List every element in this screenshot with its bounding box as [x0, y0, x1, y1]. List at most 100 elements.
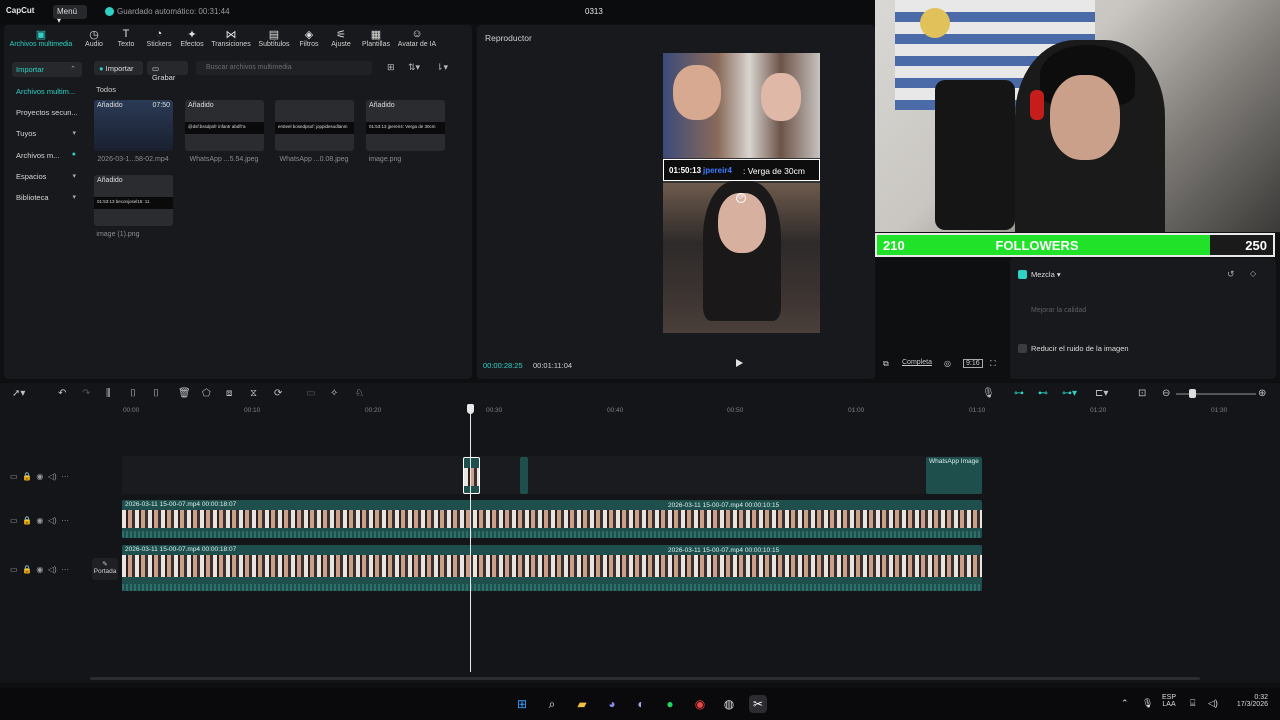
- sidebar-item-library[interactable]: Biblioteca ▾: [12, 190, 82, 205]
- preview-axis-icon[interactable]: ⊡: [1138, 388, 1146, 399]
- video-track-clip[interactable]: 2026-03-11 15-00-07.mp4 00:00:18:07: [122, 500, 982, 538]
- mix-label[interactable]: Mezcla ▾: [1031, 270, 1061, 279]
- magnet-icon[interactable]: ⊏▾: [1095, 388, 1108, 399]
- tab-adjust[interactable]: ⚟ Ajuste: [326, 28, 356, 48]
- microphone-icon[interactable]: 🎙: [982, 388, 995, 399]
- sidebar-item-secondary-projects[interactable]: Proyectos secun...: [12, 105, 82, 120]
- track-controls[interactable]: ▭ 🔒 ◉ ◁) ···: [10, 472, 69, 481]
- track-controls[interactable]: ▭ 🔒 ◉ ◁) ···: [10, 565, 69, 574]
- zoom-slider[interactable]: [1176, 393, 1256, 395]
- audio-icon: ◷: [89, 29, 99, 41]
- zoom-in-icon[interactable]: ⊕: [1258, 388, 1266, 399]
- zoom-out-icon[interactable]: ⊖: [1162, 388, 1170, 399]
- windows-start-icon[interactable]: ⊞: [513, 695, 531, 713]
- clock[interactable]: 0:32 17/3/2026: [1226, 694, 1268, 708]
- mic-tray-icon[interactable]: 🎙: [1142, 698, 1153, 709]
- snap-icon[interactable]: ⊶▾: [1062, 388, 1077, 399]
- timeline-scrollbar[interactable]: [90, 677, 1200, 680]
- video-preview[interactable]: 01:50:13 jpereir4 : Verga de 30cm ⟳: [663, 53, 820, 333]
- rotate-icon[interactable]: ⟳: [274, 388, 282, 399]
- split-icon[interactable]: ⫼: [106, 388, 111, 399]
- media-item-caption: image (1).png: [96, 231, 140, 238]
- crop-icon[interactable]: ⧉: [883, 359, 889, 369]
- undo-icon[interactable]: ↶: [58, 388, 66, 399]
- rotate-handle-icon[interactable]: ⟳: [736, 193, 746, 203]
- tab-audio[interactable]: ◷ Audio: [76, 28, 112, 48]
- media-item[interactable]: Añadido 01:53:13 beconjosel15: 11: [94, 175, 173, 226]
- ratio-button[interactable]: Completa: [902, 359, 932, 366]
- link-main-icon[interactable]: ⊶: [1014, 388, 1024, 399]
- search-input[interactable]: Buscar archivos multimedia: [196, 61, 372, 75]
- media-item[interactable]: Añadido @dsf:bssdpsfr infantr abdfr'a: [185, 100, 264, 151]
- sidebar-item-files[interactable]: Archivos m... ●: [12, 148, 82, 163]
- tray-chevron-icon[interactable]: ⌃: [1121, 698, 1129, 709]
- tab-media[interactable]: ▣ Archivos multimedia: [7, 28, 75, 48]
- record-button[interactable]: ▭ Grabar: [147, 61, 188, 82]
- language-indicator[interactable]: ESP LAA: [1162, 694, 1176, 708]
- link-track-icon[interactable]: ⊷: [1038, 388, 1048, 399]
- split-left-icon[interactable]: ⌷: [130, 388, 136, 399]
- tab-transitions[interactable]: ⋈ Transiciones: [208, 28, 254, 48]
- zoom-slider-handle[interactable]: [1189, 389, 1196, 398]
- tab-templates[interactable]: ▦ Plantillas: [358, 28, 394, 48]
- mirror-icon[interactable]: ⧖: [250, 388, 257, 399]
- main-track-clip[interactable]: 2026-03-11 15-00-07.mp4 00:00:18:07: [122, 545, 982, 591]
- tab-effects[interactable]: ✦ Efectos: [176, 28, 208, 48]
- network-icon[interactable]: ⌸: [1190, 698, 1195, 709]
- sidebar-item-yours[interactable]: Tuyos ▾: [12, 126, 82, 141]
- filter-icon[interactable]: ⇂▾: [436, 62, 448, 73]
- volume-icon[interactable]: ◁): [1208, 698, 1218, 709]
- media-item[interactable]: Añadido 01:53:13 jpereir4: Verga de 30cm: [366, 100, 445, 151]
- templates-icon: ▦: [370, 29, 382, 41]
- play-icon[interactable]: [736, 359, 743, 367]
- reset-icon[interactable]: ↺: [1227, 269, 1235, 280]
- track-controls[interactable]: ▭ 🔒 ◉ ◁) ···: [10, 516, 69, 525]
- sidebar-item-media-files[interactable]: Archivos multim...: [12, 84, 82, 99]
- file-explorer-icon[interactable]: ▰: [573, 695, 591, 713]
- capcut-taskbar-icon[interactable]: ✂: [749, 695, 767, 713]
- magic-icon[interactable]: ✧: [330, 388, 338, 399]
- playhead-handle[interactable]: [467, 404, 474, 414]
- overlay-clip[interactable]: [520, 457, 528, 494]
- search-icon[interactable]: ⌕: [543, 695, 561, 713]
- import-button[interactable]: ● Importar: [94, 61, 143, 75]
- obs-icon[interactable]: ◍: [720, 695, 738, 713]
- mix-checkbox[interactable]: [1018, 270, 1027, 279]
- tab-subtitles[interactable]: ▤ Subtítulos: [254, 28, 294, 48]
- chrome-icon[interactable]: ◉: [691, 695, 709, 713]
- steam-icon[interactable]: ◐: [632, 695, 650, 713]
- overlay-clip[interactable]: WhatsApp Image: [926, 457, 982, 494]
- fullscreen-icon[interactable]: ⛶: [990, 359, 996, 369]
- tab-stickers[interactable]: ◔ Stickers: [142, 28, 176, 48]
- tab-text[interactable]: T Texto: [110, 28, 142, 48]
- keyframe-icon[interactable]: ◇: [1250, 269, 1256, 278]
- split-right-icon[interactable]: ⌷: [153, 388, 159, 399]
- media-item[interactable]: ersteel bosedpsof: joppidesodlanm: [275, 100, 354, 151]
- aspect-button[interactable]: 9:16: [963, 359, 983, 368]
- caption-overlay[interactable]: 01:50:13 jpereir4 : Verga de 30cm: [663, 159, 820, 181]
- media-item[interactable]: Añadido 07:50: [94, 100, 173, 151]
- marker-icon[interactable]: ⬠: [202, 388, 211, 399]
- denoise-checkbox[interactable]: [1018, 344, 1027, 353]
- overlay-clip-selected[interactable]: [463, 457, 480, 494]
- tab-ai-avatar[interactable]: ☺ Avatar de IA: [394, 28, 440, 48]
- headset-shape: [1030, 90, 1044, 120]
- select-tool-icon[interactable]: ➚▾: [12, 388, 25, 399]
- playhead[interactable]: [470, 404, 471, 672]
- grid-view-icon[interactable]: ⊞: [387, 62, 395, 73]
- denoise-label[interactable]: Reducir el ruido de la imagen: [1031, 344, 1129, 353]
- tab-filters[interactable]: ◈ Filtros: [294, 28, 324, 48]
- discord-icon[interactable]: ◕: [603, 695, 621, 713]
- menu-button[interactable]: Menú ▾: [53, 5, 87, 25]
- delete-icon[interactable]: 🗑: [178, 388, 191, 399]
- snapshot-icon[interactable]: ◎: [944, 359, 951, 368]
- cover-button[interactable]: ✎ Portada: [92, 558, 118, 580]
- sort-icon[interactable]: ⇅▾: [408, 62, 420, 73]
- ruler-tick: 00:20: [365, 407, 382, 414]
- sidebar-item-spaces[interactable]: Espacios ▾: [12, 169, 82, 184]
- subtitles-icon: ▤: [268, 29, 280, 41]
- ai-tool-icon[interactable]: ♘: [355, 388, 364, 399]
- crop-tool-icon[interactable]: ⧈: [226, 388, 232, 399]
- sidebar-item-import[interactable]: Importar ⌃: [12, 62, 82, 77]
- spotify-icon[interactable]: ●: [661, 695, 679, 713]
